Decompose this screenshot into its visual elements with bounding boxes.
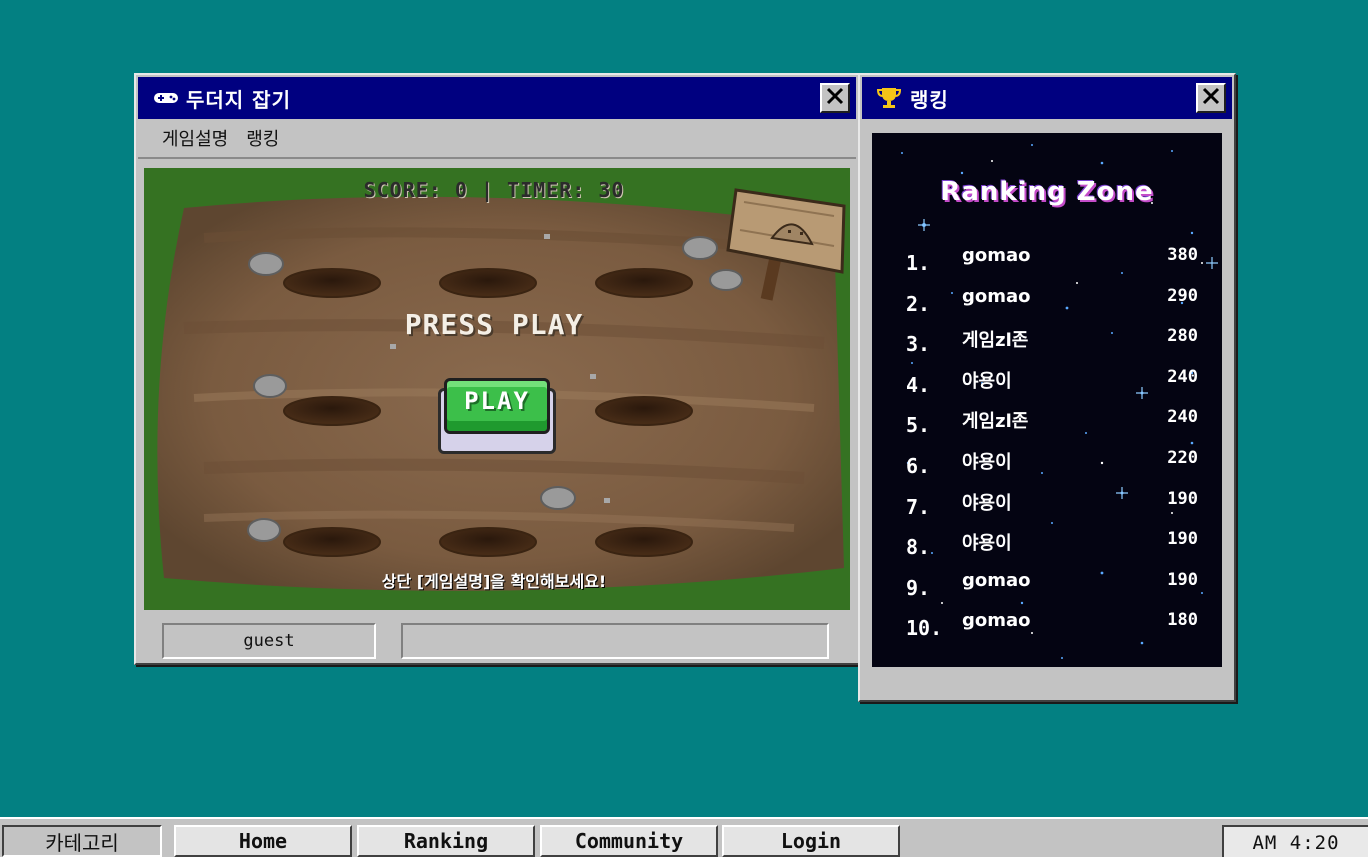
rank-player-name: 야용이 bbox=[962, 492, 1012, 514]
rank-player-name: gomao bbox=[962, 569, 1031, 591]
rank-player-name: 야용이 bbox=[962, 451, 1012, 473]
rank-number: 4. bbox=[906, 372, 931, 397]
rank-score: 290 bbox=[1167, 285, 1198, 306]
ranking-heading: Ranking Zone bbox=[940, 177, 1154, 207]
play-button[interactable]: PLAY bbox=[438, 378, 556, 454]
rank-number: 9. bbox=[906, 575, 931, 600]
rank-player-name: gomao bbox=[962, 610, 1031, 632]
game-board[interactable]: SCORE: 0 | TIMER: 30 PRESS PLAY PLAY 상단 … bbox=[144, 168, 850, 610]
rank-number: 2. bbox=[906, 291, 931, 316]
ranking-row: 6. 야용이 220 bbox=[872, 444, 1222, 485]
rank-number: 3. bbox=[906, 332, 931, 357]
rank-score: 280 bbox=[1167, 326, 1198, 347]
rank-score: 220 bbox=[1167, 447, 1198, 468]
status-message-field bbox=[401, 623, 829, 659]
clock: AM 4:20 bbox=[1222, 825, 1368, 857]
close-icon bbox=[1201, 86, 1221, 110]
ranking-window-title: 랭킹 bbox=[910, 87, 949, 112]
category-button[interactable]: 카테고리 bbox=[2, 825, 162, 857]
rank-player-name: 게임zl존 bbox=[962, 330, 1029, 352]
rank-number: 7. bbox=[906, 494, 931, 519]
ranking-row: 3. 게임zl존 280 bbox=[872, 322, 1222, 363]
close-icon bbox=[825, 86, 845, 110]
rank-player-name: 야용이 bbox=[962, 533, 1012, 555]
rank-number: 1. bbox=[906, 251, 931, 275]
rank-score: 190 bbox=[1167, 488, 1198, 509]
rank-player-name: gomao bbox=[962, 245, 1031, 266]
rank-number: 5. bbox=[906, 413, 931, 438]
hint-text: 상단 [게임설명]을 확인해보세요! bbox=[381, 572, 607, 591]
rank-score: 240 bbox=[1167, 407, 1198, 428]
ranking-row: 1. gomao 380 bbox=[872, 241, 1222, 282]
ranking-close-button[interactable] bbox=[1196, 83, 1226, 113]
rank-score: 190 bbox=[1167, 569, 1198, 590]
taskbar-home-button[interactable]: Home bbox=[174, 825, 352, 857]
gamepad-icon bbox=[152, 90, 186, 106]
game-window: 두더지 잡기 게임설명 랭킹 SCORE: 0 | TIMER: 30 PRES… bbox=[134, 73, 860, 665]
ranking-titlebar[interactable]: 랭킹 bbox=[862, 77, 1232, 119]
taskbar-ranking-button[interactable]: Ranking bbox=[357, 825, 535, 857]
rank-player-name: 게임zl존 bbox=[962, 411, 1029, 433]
game-window-title: 두더지 잡기 bbox=[186, 87, 291, 112]
menu-ranking[interactable]: 랭킹 bbox=[246, 125, 279, 151]
rank-number: 6. bbox=[906, 453, 931, 478]
ranking-list: 1. gomao 380 2. gomao 290 3. 게임zl존 280 4. 야용이 24… bbox=[872, 241, 1222, 647]
play-button-label: PLAY bbox=[444, 378, 550, 434]
rank-number: 10. bbox=[906, 616, 943, 641]
ranking-panel: Ranking Zone 1. gomao 380 2. gomao 290 3. 게임z… bbox=[872, 133, 1222, 667]
rank-player-name: 야용이 bbox=[962, 370, 1012, 392]
score-timer: SCORE: 0 | TIMER: 30 bbox=[363, 178, 625, 202]
rank-number: 8. bbox=[906, 535, 931, 560]
press-play-text: PRESS PLAY bbox=[404, 308, 584, 341]
ranking-row: 5. 게임zl존 240 bbox=[872, 403, 1222, 444]
menu-game-instructions[interactable]: 게임설명 bbox=[162, 125, 228, 151]
game-menubar: 게임설명 랭킹 bbox=[138, 119, 856, 159]
ranking-row: 7. 야용이 190 bbox=[872, 485, 1222, 526]
rank-score: 240 bbox=[1167, 366, 1198, 387]
taskbar-login-button[interactable]: Login bbox=[722, 825, 900, 857]
taskbar: 카테고리 Home Ranking Community Login AM 4:2… bbox=[0, 817, 1368, 857]
game-close-button[interactable] bbox=[820, 83, 850, 113]
username-field: guest bbox=[162, 623, 376, 659]
game-titlebar[interactable]: 두더지 잡기 bbox=[138, 77, 856, 119]
taskbar-community-button[interactable]: Community bbox=[540, 825, 718, 857]
ranking-row: 9. gomao 190 bbox=[872, 566, 1222, 607]
rank-player-name: gomao bbox=[962, 285, 1031, 307]
ranking-row: 4. 야용이 240 bbox=[872, 363, 1222, 404]
trophy-icon bbox=[876, 86, 910, 110]
ranking-row: 2. gomao 290 bbox=[872, 282, 1222, 323]
ranking-row: 8. 야용이 190 bbox=[872, 525, 1222, 566]
ranking-window: 랭킹 Ranking Zone 1. gomao 380 2. gomao 29… bbox=[858, 73, 1236, 702]
rank-score: 190 bbox=[1167, 529, 1198, 550]
rank-score: 380 bbox=[1167, 245, 1198, 265]
rank-score: 180 bbox=[1167, 610, 1198, 631]
ranking-row: 10. gomao 180 bbox=[872, 606, 1222, 647]
